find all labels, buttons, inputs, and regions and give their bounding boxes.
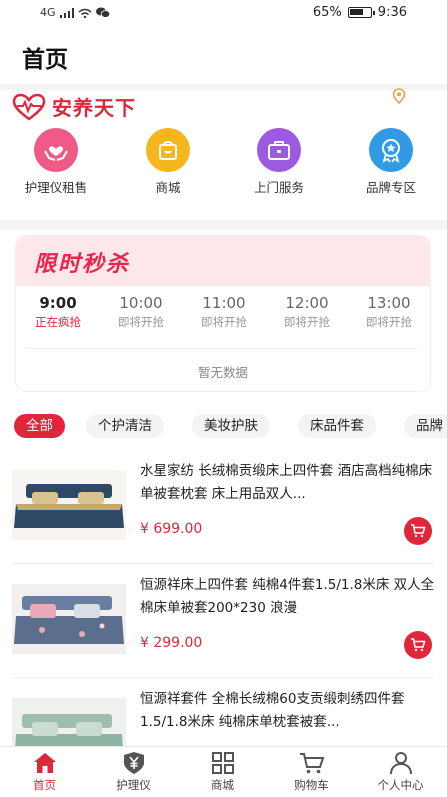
location-pin-icon[interactable] xyxy=(391,88,407,104)
home-icon xyxy=(33,753,56,773)
quick-entry-mall[interactable]: 商城 xyxy=(123,128,213,196)
shopping-bag-icon xyxy=(146,128,190,172)
nav-label: 个人中心 xyxy=(377,778,424,792)
toolbox-icon xyxy=(257,128,301,172)
slot-time: 13:00 xyxy=(367,294,411,312)
clock: 9:36 xyxy=(377,5,407,20)
page-title: 首页 xyxy=(22,47,68,73)
add-to-cart-button[interactable] xyxy=(404,517,432,545)
slot-status: 即将开抢 xyxy=(118,315,164,329)
flash-sale-slots: 9:00 正在疯抢 10:00 即将开抢 11:00 即将开抢 12:00 即将… xyxy=(16,294,430,344)
flash-slot[interactable]: 9:00 正在疯抢 xyxy=(18,294,98,330)
quick-entry-grid: 护理仪租售 商城 上门服务 品牌专区 xyxy=(0,128,447,208)
nav-profile[interactable]: 个人中心 xyxy=(356,751,445,793)
wifi-icon xyxy=(78,8,92,18)
nav-cart[interactable]: 购物车 xyxy=(267,751,356,793)
nav-label: 商城 xyxy=(211,778,234,792)
tab-all[interactable]: 全部 xyxy=(14,414,65,438)
flash-sale-card: 限时秒杀 9:00 正在疯抢 10:00 即将开抢 11:00 即将开抢 12:… xyxy=(16,236,430,391)
page-header: 首页 xyxy=(0,26,447,84)
slot-status: 即将开抢 xyxy=(366,315,412,329)
divider xyxy=(26,348,420,349)
section-separator xyxy=(0,84,447,90)
nav-home[interactable]: 首页 xyxy=(0,751,89,793)
heart-pulse-icon xyxy=(12,93,46,121)
section-separator xyxy=(0,220,447,230)
cart-icon xyxy=(299,753,324,774)
flash-sale-title: 限时秒杀 xyxy=(34,252,131,277)
nav-label: 护理仪 xyxy=(116,778,151,792)
hands-heart-icon xyxy=(34,128,78,172)
status-right: 65% 9:36 xyxy=(313,5,407,20)
quick-entry-home-service[interactable]: 上门服务 xyxy=(234,128,324,196)
slot-status: 正在疯抢 xyxy=(35,315,81,329)
product-image[interactable] xyxy=(12,470,126,540)
quick-entry-rental[interactable]: 护理仪租售 xyxy=(11,128,101,196)
product-image[interactable] xyxy=(12,584,126,654)
quick-entry-brand-zone[interactable]: 品牌专区 xyxy=(346,128,436,196)
network-type: 4G xyxy=(40,6,56,19)
slot-time: 10:00 xyxy=(119,294,163,312)
quick-entry-label: 上门服务 xyxy=(253,180,304,195)
nav-care-device[interactable]: 护理仪 xyxy=(89,751,178,793)
nav-mall[interactable]: 商城 xyxy=(178,751,267,793)
nav-label: 首页 xyxy=(33,778,56,792)
signal-icon xyxy=(59,7,74,18)
tab-brand[interactable]: 品牌 xyxy=(404,414,447,438)
product-price: ¥ 299.00 xyxy=(140,635,203,651)
slot-time: 11:00 xyxy=(202,294,246,312)
brand-row: 安养天下 xyxy=(12,92,136,121)
bottom-nav: 首页 护理仪 商城 购物车 个人中心 xyxy=(0,746,447,797)
product-title: 恒源祥套件 全棉长绒棉60支贡缎刺绣四件套1.5/1.8米床 纯棉床单枕套被套.… xyxy=(140,691,405,730)
flash-sale-header: 限时秒杀 xyxy=(16,236,430,286)
category-tabs: 全部 个护清洁 美妆护肤 床品件套 品牌 xyxy=(0,414,447,442)
award-badge-icon xyxy=(369,128,413,172)
tab-personal-care[interactable]: 个护清洁 xyxy=(86,414,164,438)
product-title: 水星家纺 长绒棉贡缎床上四件套 酒店高档纯棉床单被套枕套 床上用品双人... xyxy=(140,463,433,502)
brand-name: 安养天下 xyxy=(52,96,136,120)
person-icon xyxy=(389,752,412,775)
product-price: ¥ 699.00 xyxy=(140,521,203,537)
tab-bedding[interactable]: 床品件套 xyxy=(298,414,376,438)
quick-entry-label: 护理仪租售 xyxy=(24,180,88,195)
battery-icon xyxy=(347,7,375,18)
flash-slot[interactable]: 13:00 即将开抢 xyxy=(349,294,429,330)
slot-time: 9:00 xyxy=(39,294,77,312)
product-item[interactable]: 水星家纺 长绒棉贡缎床上四件套 酒店高档纯棉床单被套枕套 床上用品双人... ¥… xyxy=(0,450,447,564)
quick-entry-label: 商城 xyxy=(155,180,181,195)
slot-time: 12:00 xyxy=(285,294,329,312)
flash-sale-empty-text: 暂无数据 xyxy=(197,365,248,380)
battery-percent: 65% xyxy=(312,5,342,20)
wechat-icon xyxy=(95,7,110,18)
nav-label: 购物车 xyxy=(294,778,329,792)
cart-icon xyxy=(411,524,426,538)
product-title: 恒源祥床上四件套 纯棉4件套1.5/1.8米床 双人全棉床单被套200*230 … xyxy=(140,577,435,616)
quick-entry-label: 品牌专区 xyxy=(365,180,416,195)
flash-slot[interactable]: 12:00 即将开抢 xyxy=(267,294,347,330)
slot-status: 即将开抢 xyxy=(284,315,330,329)
yuan-shield-icon xyxy=(123,752,144,774)
product-item[interactable]: 恒源祥床上四件套 纯棉4件套1.5/1.8米床 双人全棉床单被套200*230 … xyxy=(0,564,447,678)
status-bar: 4G 65% 9:36 xyxy=(0,0,447,26)
grid-apps-icon xyxy=(211,752,234,774)
tab-beauty[interactable]: 美妆护肤 xyxy=(192,414,270,438)
add-to-cart-button[interactable] xyxy=(404,631,432,659)
cart-icon xyxy=(411,638,426,652)
network-indicators: 4G xyxy=(40,6,110,19)
flash-slot[interactable]: 10:00 即将开抢 xyxy=(101,294,181,330)
flash-slot[interactable]: 11:00 即将开抢 xyxy=(184,294,264,330)
slot-status: 即将开抢 xyxy=(201,315,247,329)
